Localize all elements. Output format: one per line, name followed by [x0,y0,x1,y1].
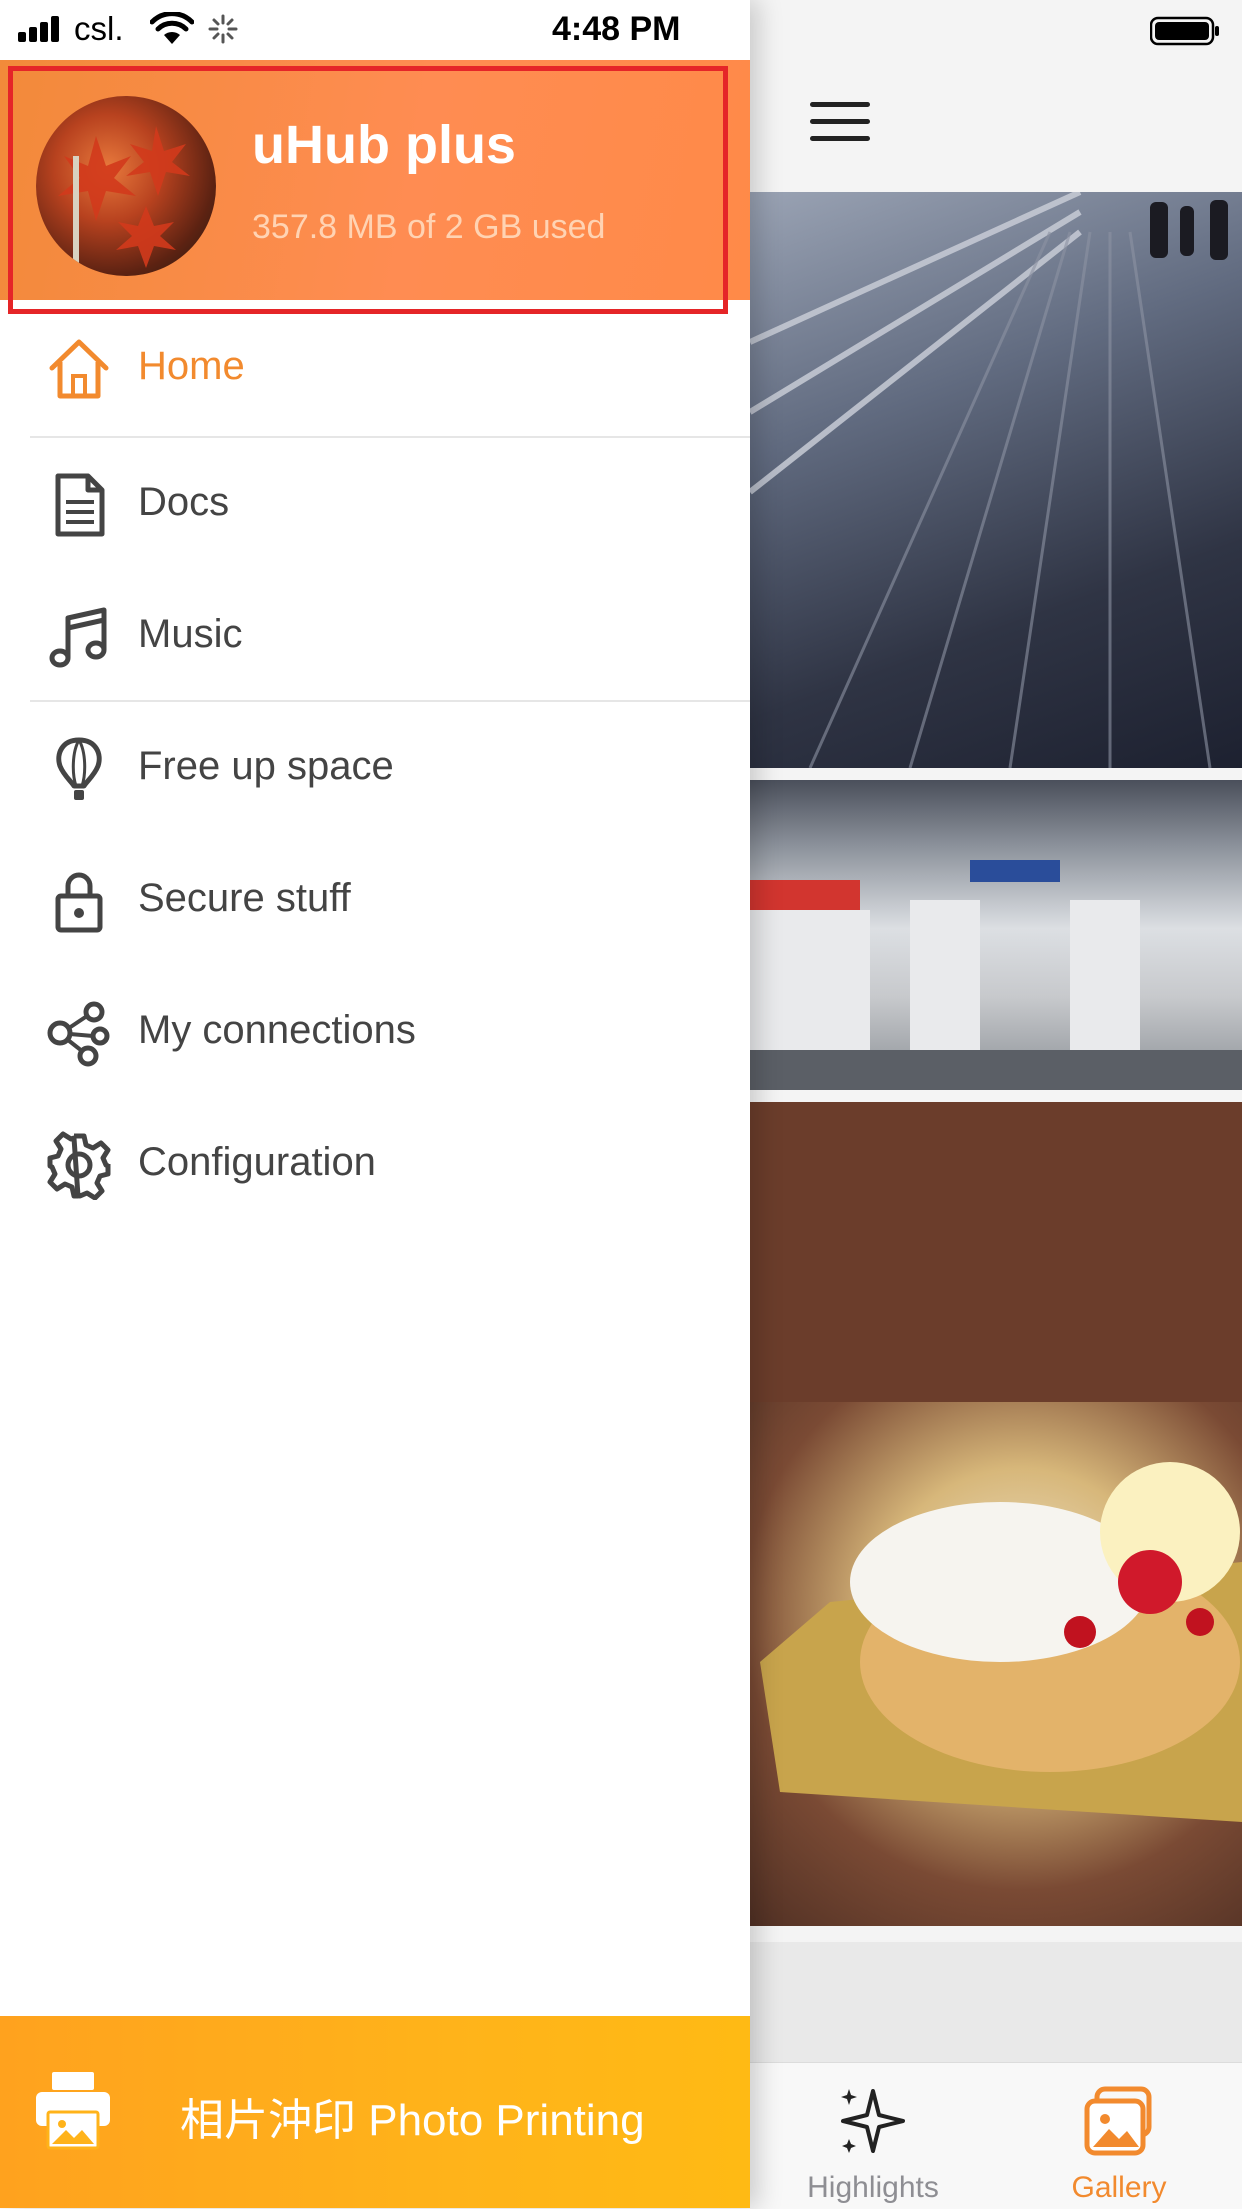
gallery-photo[interactable] [750,192,1242,768]
photo-printing-button[interactable]: 相片沖印 Photo Printing [0,2016,750,2208]
menu-label-home: Home [138,344,245,388]
navigation-drawer: uHub plus 357.8 MB of 2 GB used Home Doc… [0,0,750,2208]
status-bar: csl. 4:48 PM [0,0,1242,60]
gallery-top-bar [750,60,1242,192]
document-icon [55,473,105,537]
gallery-screen: Highlights Gallery [750,0,1242,2209]
music-note-icon [49,607,107,668]
menu-label-free-up-space: Free up space [138,744,394,788]
lock-icon [55,872,103,933]
gallery-photo[interactable] [750,780,1242,1090]
hamburger-menu-icon[interactable] [810,102,870,142]
tab-highlights-label: Highlights [807,2171,939,2204]
menu-item-free-up-space[interactable]: Free up space [0,700,750,832]
activity-spinner-icon [208,14,238,44]
avatar[interactable] [36,96,216,276]
menu-item-docs[interactable]: Docs [0,436,750,568]
photo-printing-label: 相片沖印 Photo Printing [180,2096,645,2145]
wifi-icon [150,12,194,44]
storage-usage-text: 357.8 MB of 2 GB used [252,208,606,246]
carrier-name: csl. [74,10,124,47]
sparkle-icon [841,2089,905,2153]
gear-icon [47,1131,111,1200]
balloon-icon [56,737,102,800]
printer-icon [36,2072,110,2150]
menu-label-my-connections: My connections [138,1008,416,1052]
gallery-photo[interactable] [750,1942,1242,2062]
tab-highlights[interactable]: Highlights [750,2063,996,2209]
gallery-icon [1084,2086,1152,2156]
connections-icon [47,1001,110,1067]
drawer-header[interactable]: uHub plus 357.8 MB of 2 GB used [0,60,750,300]
menu-label-secure-stuff: Secure stuff [138,876,351,920]
menu-label-docs: Docs [138,480,230,524]
menu-item-secure-stuff[interactable]: Secure stuff [0,832,750,964]
tab-gallery-label: Gallery [1071,2171,1167,2204]
gallery-photo[interactable] [750,1102,1242,1926]
status-time: 4:48 PM [552,10,681,48]
gallery-tab-bar: Highlights Gallery [750,2062,1242,2209]
menu-label-configuration: Configuration [138,1140,376,1184]
menu-item-configuration[interactable]: Configuration [0,1096,750,1228]
tab-gallery[interactable]: Gallery [996,2063,1242,2209]
battery-icon [1150,16,1219,46]
menu-item-my-connections[interactable]: My connections [0,964,750,1096]
cellular-signal-icon [18,16,68,42]
menu-label-music: Music [138,612,243,656]
home-icon [49,339,109,399]
menu-item-music[interactable]: Music [0,568,750,700]
app-title: uHub plus [252,115,516,175]
menu-item-home[interactable]: Home [0,300,750,432]
